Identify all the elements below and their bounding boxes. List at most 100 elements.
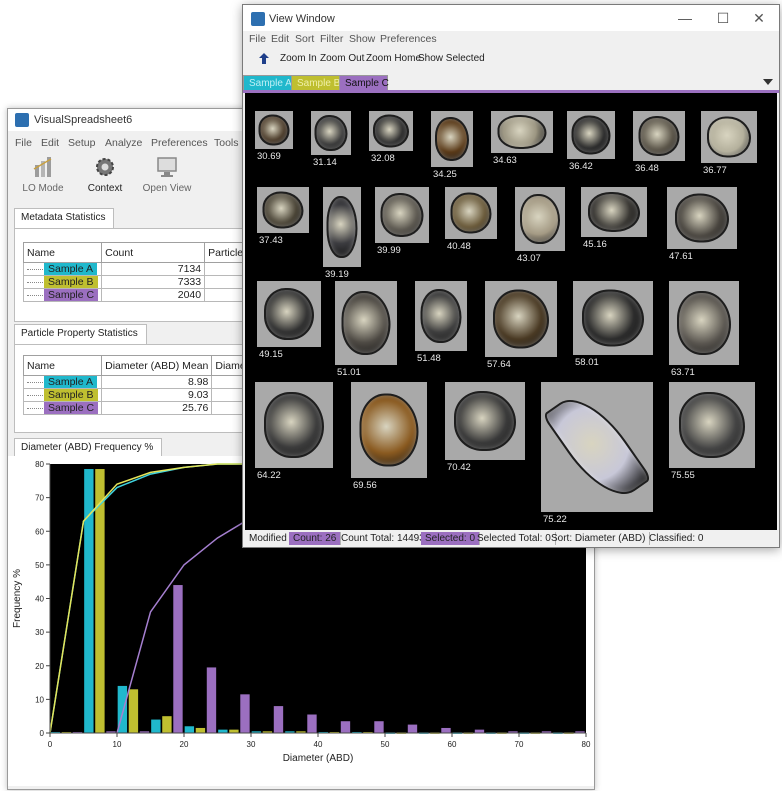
particle-image bbox=[638, 116, 680, 156]
zoom-in-button[interactable]: Zoom In bbox=[280, 53, 317, 64]
table-row[interactable]: Sample A 7134 bbox=[22, 262, 269, 276]
particle-diameter-label: 69.56 bbox=[353, 480, 377, 491]
open-view-button[interactable]: Open View bbox=[136, 155, 198, 201]
particle-thumbnail[interactable] bbox=[573, 281, 653, 355]
table-row[interactable]: Sample A 8.98 bbox=[22, 375, 270, 389]
particle-image bbox=[380, 193, 424, 237]
vw-menu-show[interactable]: Show bbox=[349, 33, 375, 45]
vs-menu-file[interactable]: File bbox=[15, 137, 32, 149]
particle-diameter-label: 64.22 bbox=[257, 470, 281, 481]
table-row[interactable]: Sample B 9.03 bbox=[22, 388, 270, 402]
metadata-count-b: 7333 bbox=[101, 275, 206, 289]
particle-thumbnail[interactable] bbox=[485, 281, 557, 357]
tree-connector bbox=[27, 381, 43, 383]
status-classified: Classified: 0 bbox=[649, 533, 704, 544]
tree-connector bbox=[27, 268, 43, 270]
particle-thumbnail[interactable] bbox=[667, 187, 737, 249]
particle-thumbnail[interactable] bbox=[257, 281, 321, 347]
particle-diameter-label: 36.48 bbox=[635, 163, 659, 174]
bar-sample-a bbox=[184, 726, 195, 733]
vw-menu-sort[interactable]: Sort bbox=[295, 33, 314, 45]
particle-thumbnail[interactable] bbox=[323, 187, 361, 267]
minimize-button[interactable]: — bbox=[671, 9, 699, 27]
sample-b-label: Sample B bbox=[44, 276, 98, 288]
particle-thumbnail[interactable] bbox=[431, 111, 473, 167]
metadata-col-name[interactable]: Name bbox=[22, 242, 103, 263]
vs-menu-tools[interactable]: Tools bbox=[214, 137, 239, 149]
particle-thumbnail[interactable] bbox=[257, 187, 309, 233]
particle-thumbnail[interactable] bbox=[541, 382, 653, 512]
table-row[interactable]: Sample B 7333 bbox=[22, 275, 269, 289]
particle-thumbnail[interactable] bbox=[491, 111, 553, 153]
chevron-down-icon[interactable] bbox=[763, 79, 773, 85]
lo-mode-button[interactable]: LO Mode bbox=[12, 155, 74, 201]
particle-thumbnail[interactable] bbox=[669, 382, 755, 468]
vs-menu-setup[interactable]: Setup bbox=[68, 137, 95, 149]
particle-thumbnail[interactable] bbox=[701, 111, 757, 163]
tree-node[interactable]: Sample A bbox=[22, 375, 103, 389]
zoom-home-button[interactable]: Zoom Home bbox=[366, 53, 421, 64]
particle-thumbnail[interactable] bbox=[375, 187, 429, 243]
particle-image bbox=[435, 117, 469, 161]
property-col-name[interactable]: Name bbox=[22, 355, 103, 376]
tree-node[interactable]: Sample C bbox=[22, 288, 103, 302]
monitor-icon bbox=[157, 157, 177, 177]
status-selected: Selected: 0 bbox=[421, 532, 481, 545]
particle-thumbnail[interactable] bbox=[311, 111, 351, 155]
metadata-header-row: Name Count Particles / bbox=[22, 242, 269, 263]
particle-thumbnail[interactable] bbox=[255, 382, 333, 468]
metadata-count-c: 2040 bbox=[101, 288, 206, 302]
particle-thumbnail[interactable] bbox=[445, 187, 497, 239]
particle-thumbnail[interactable] bbox=[445, 382, 525, 460]
particle-thumbnail[interactable] bbox=[369, 111, 413, 151]
particle-image bbox=[541, 384, 653, 510]
vw-menu-filter[interactable]: Filter bbox=[320, 33, 343, 45]
particle-image bbox=[373, 114, 409, 148]
show-selected-button[interactable]: Show Selected bbox=[418, 53, 485, 64]
tree-node[interactable]: Sample A bbox=[22, 262, 103, 276]
particle-image-canvas[interactable]: 30.69 31.14 32.08 34.25 34.63 36.42 36.48 36.77… bbox=[245, 93, 777, 530]
particle-thumbnail[interactable] bbox=[255, 111, 293, 149]
particle-diameter-label: 39.99 bbox=[377, 245, 401, 256]
tree-connector bbox=[27, 294, 43, 296]
vs-menu-edit[interactable]: Edit bbox=[41, 137, 59, 149]
particle-thumbnail[interactable] bbox=[515, 187, 565, 251]
table-row[interactable]: Sample C 25.76 bbox=[22, 401, 270, 415]
particle-property-statistics-tab[interactable]: Particle Property Statistics bbox=[14, 324, 147, 344]
tree-node[interactable]: Sample B bbox=[22, 275, 103, 289]
table-row[interactable]: Sample C 2040 bbox=[22, 288, 269, 302]
zoom-out-button[interactable]: Zoom Out bbox=[320, 53, 364, 64]
particle-thumbnail[interactable] bbox=[351, 382, 427, 478]
metadata-statistics-tab[interactable]: Metadata Statistics bbox=[14, 208, 115, 228]
close-button[interactable]: ✕ bbox=[745, 9, 773, 27]
tree-node[interactable]: Sample B bbox=[22, 388, 103, 402]
context-button[interactable]: Context bbox=[74, 155, 136, 201]
particle-thumbnail[interactable] bbox=[633, 111, 685, 161]
particle-thumbnail[interactable] bbox=[335, 281, 397, 365]
particle-diameter-label: 32.08 bbox=[371, 153, 395, 164]
particle-diameter-label: 34.63 bbox=[493, 155, 517, 166]
arrow-up-icon[interactable] bbox=[259, 53, 269, 64]
particle-image bbox=[707, 116, 751, 158]
tree-node[interactable]: Sample C bbox=[22, 401, 103, 415]
vw-menu-file[interactable]: File bbox=[249, 33, 266, 45]
gear-icon bbox=[96, 158, 114, 176]
particle-image bbox=[359, 393, 419, 467]
vw-title-bar[interactable]: View Window — ☐ ✕ bbox=[243, 5, 779, 31]
property-col-mean[interactable]: Diameter (ABD) Mean bbox=[101, 355, 213, 376]
frequency-chart-tab[interactable]: Diameter (ABD) Frequency % bbox=[14, 438, 163, 458]
bar-sample-c bbox=[374, 721, 384, 733]
vs-menu-analyze[interactable]: Analyze bbox=[105, 137, 142, 149]
vs-menu-preferences[interactable]: Preferences bbox=[151, 137, 208, 149]
vw-menu-edit[interactable]: Edit bbox=[271, 33, 289, 45]
particle-thumbnail[interactable] bbox=[567, 111, 615, 159]
bar-sample-c bbox=[407, 724, 418, 733]
particle-thumbnail[interactable] bbox=[415, 281, 467, 351]
maximize-button[interactable]: ☐ bbox=[709, 9, 737, 27]
vw-menu-preferences[interactable]: Preferences bbox=[380, 33, 437, 45]
metadata-col-count[interactable]: Count bbox=[101, 242, 206, 263]
particle-thumbnail[interactable] bbox=[669, 281, 739, 365]
particle-thumbnail[interactable] bbox=[581, 187, 647, 237]
bar-sample-c bbox=[173, 585, 183, 733]
particle-image bbox=[675, 193, 729, 243]
